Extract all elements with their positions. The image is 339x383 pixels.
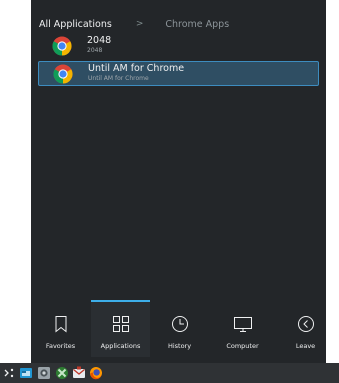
grid-icon	[112, 316, 129, 332]
bookmark-icon	[55, 316, 66, 333]
breadcrumb-all-applications[interactable]: All Applications	[39, 19, 112, 30]
firefox-icon[interactable]	[89, 366, 103, 380]
app-item-until-am-for-chrome[interactable]: Until AM for Chrome Until AM for Chrome	[38, 61, 319, 86]
mail-icon[interactable]	[72, 366, 86, 380]
file-manager-icon[interactable]	[19, 366, 33, 380]
tab-favorites[interactable]: Favorites	[31, 302, 90, 357]
breadcrumb-separator: >	[135, 19, 144, 29]
system-settings-icon[interactable]	[37, 366, 51, 380]
tab-computer[interactable]: Computer	[213, 302, 272, 357]
app-item-2048[interactable]: 2048 2048	[38, 34, 319, 59]
app-name: 2048	[87, 35, 112, 46]
app-name: Until AM for Chrome	[88, 63, 185, 74]
taskbar-panel	[0, 363, 339, 383]
tab-label: History	[167, 342, 192, 350]
tab-leave[interactable]: Leave	[276, 302, 335, 357]
tab-label: Leave	[295, 342, 316, 350]
tab-history[interactable]: History	[150, 302, 209, 357]
app-subtitle: Until AM for Chrome	[88, 75, 149, 82]
kickoff-launcher-icon[interactable]	[2, 366, 16, 380]
app-subtitle: 2048	[87, 47, 103, 54]
tab-label: Applications	[100, 342, 141, 350]
tab-applications[interactable]: Applications	[91, 302, 150, 357]
chevron-left-circle-icon	[297, 316, 314, 332]
breadcrumb: All Applications > Chrome Apps	[39, 17, 229, 31]
chrome-icon	[53, 64, 73, 84]
breadcrumb-current: Chrome Apps	[165, 18, 230, 30]
chrome-icon	[52, 36, 72, 56]
monitor-icon	[233, 317, 252, 332]
game-icon[interactable]	[55, 366, 69, 380]
tab-label: Favorites	[45, 342, 76, 350]
application-launcher: All Applications > Chrome Apps 2048 2048…	[31, 0, 326, 363]
tab-label: Computer	[226, 342, 259, 350]
clock-icon	[171, 316, 188, 332]
launcher-tab-bar: Favorites Applications History Computer …	[31, 296, 326, 363]
